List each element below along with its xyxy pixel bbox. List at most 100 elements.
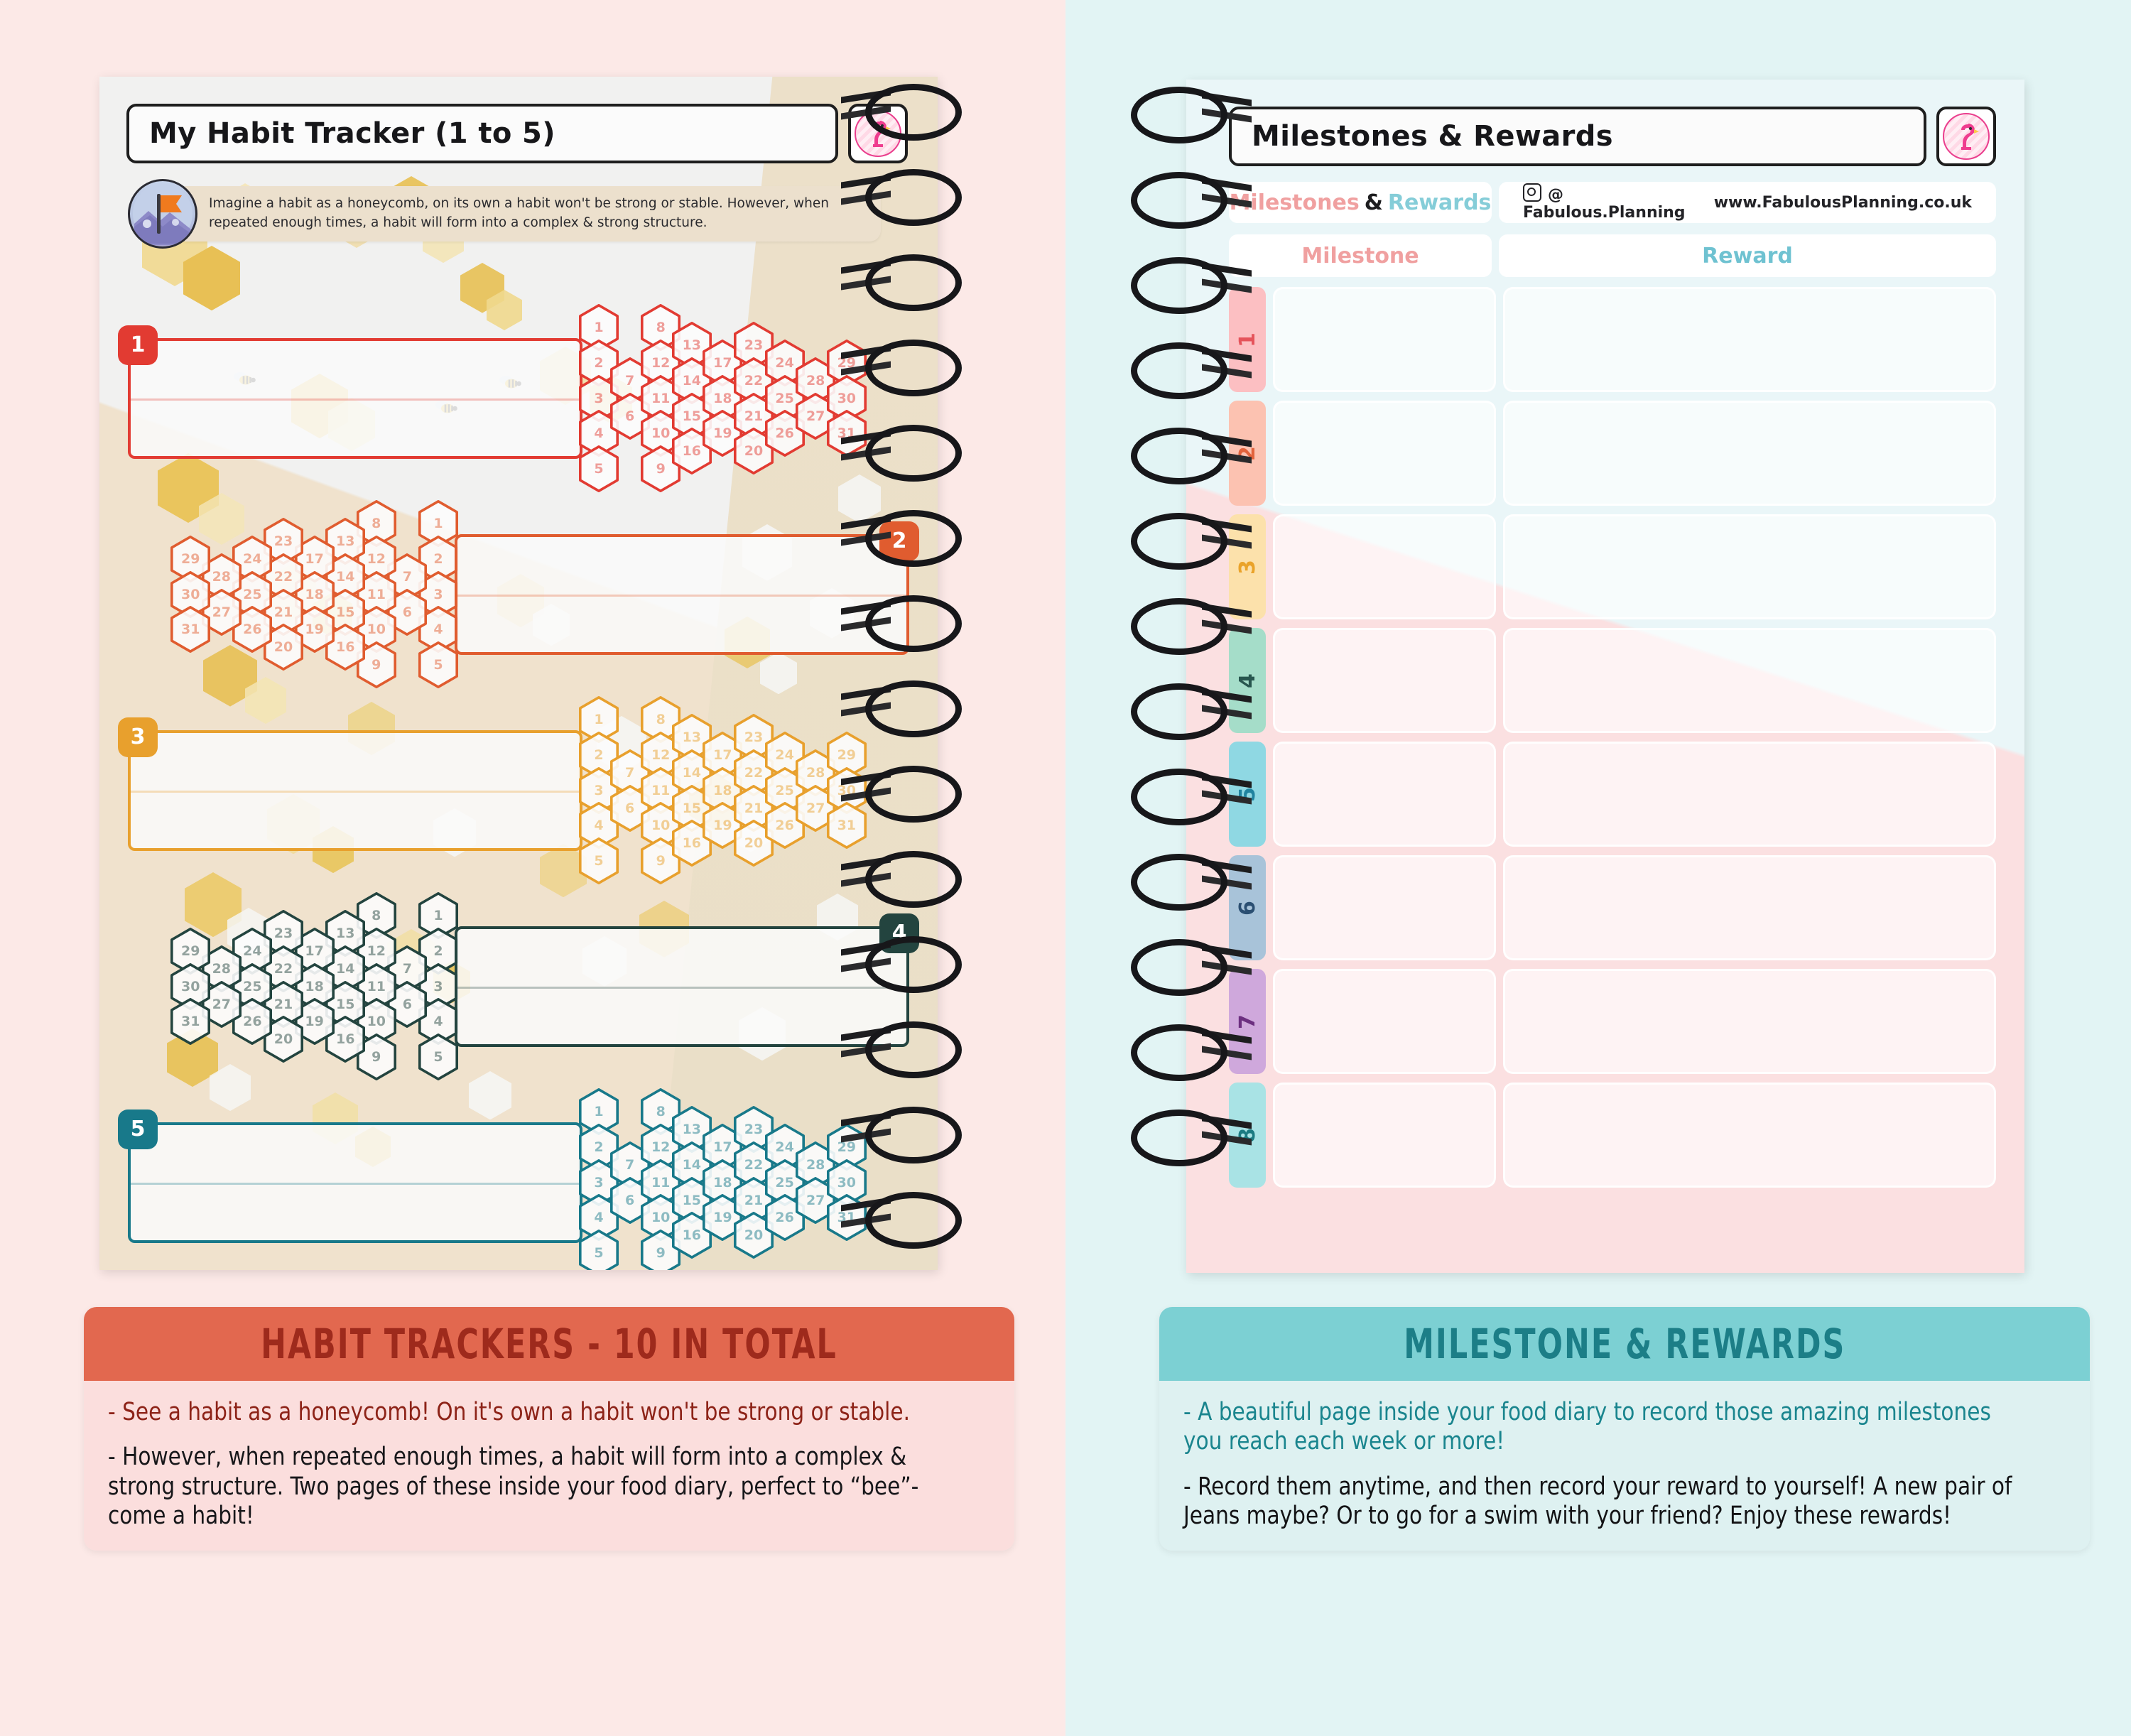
honeycomb-cell[interactable]: 31 — [170, 606, 211, 653]
habit-write-box-3[interactable] — [128, 729, 582, 851]
caption-right-body: - A beautiful page inside your food diar… — [1159, 1381, 2090, 1551]
page-title-box[interactable]: My Habit Tracker (1 to 5) — [126, 104, 838, 163]
reward-input-7[interactable] — [1503, 969, 1996, 1074]
milestone-input-5[interactable] — [1273, 742, 1496, 847]
reward-input-8[interactable] — [1503, 1083, 1996, 1188]
spiral-ring — [1131, 939, 1227, 996]
caption-left-body: - See a habit as a honeycomb! On it's ow… — [84, 1381, 1014, 1551]
milestone-input-6[interactable] — [1273, 855, 1496, 960]
column-header-reward: Reward — [1499, 234, 1996, 277]
spiral-ring — [865, 169, 962, 226]
reward-input-4[interactable] — [1503, 628, 1996, 733]
milestone-row-8: 8 — [1229, 1083, 1996, 1188]
honeycomb-cell[interactable]: 31 — [826, 802, 867, 850]
column-headers: Milestone Reward — [1229, 234, 1996, 277]
rp-title-box[interactable]: Milestones & Rewards — [1229, 107, 1926, 166]
reward-input-1[interactable] — [1503, 287, 1996, 392]
honeycomb-number: 31 — [180, 622, 200, 638]
page-title-bar: My Habit Tracker (1 to 5) — [126, 104, 908, 163]
caption-left-header: HABIT TRACKERS - 10 IN TOTAL — [84, 1307, 1014, 1381]
reward-input-6[interactable] — [1503, 855, 1996, 960]
honeycomb-cell[interactable]: 31 — [826, 410, 867, 457]
column-header-milestone: Milestone — [1229, 234, 1492, 277]
milestone-input-7[interactable] — [1273, 969, 1496, 1074]
habit-write-box-4[interactable] — [455, 926, 909, 1047]
spiral-coil — [1144, 513, 1252, 558]
honeycomb-cell[interactable]: 5 — [418, 1034, 459, 1081]
spiral-ring — [865, 84, 962, 141]
spiral-coil — [841, 254, 962, 311]
caption-left-heading: HABIT TRACKERS - 10 IN TOTAL — [261, 1320, 837, 1368]
spiral-coil — [841, 510, 962, 567]
rp-page-title: Milestones & Rewards — [1252, 120, 1613, 153]
milestone-input-1[interactable] — [1273, 287, 1496, 392]
page-title: My Habit Tracker (1 to 5) — [149, 117, 555, 150]
caption-habit-trackers: HABIT TRACKERS - 10 IN TOTAL - See a hab… — [84, 1307, 1014, 1551]
spiral-coil — [1144, 854, 1252, 899]
habit-write-box-1[interactable] — [128, 337, 582, 459]
spiral-ring — [1131, 683, 1227, 740]
spiral-coil — [1144, 683, 1252, 729]
spiral-coil — [841, 1107, 962, 1163]
reward-input-5[interactable] — [1503, 742, 1996, 847]
milestone-input-3[interactable] — [1273, 514, 1496, 619]
milestone-row-2: 2 — [1229, 401, 1996, 506]
habit-write-box-2[interactable] — [455, 533, 909, 655]
spiral-coil — [1144, 342, 1252, 388]
honeycomb-cell[interactable]: 5 — [578, 837, 619, 885]
honeycomb-grid: 1 2 3 4 5 7 6 8 12 11 10 9 13 14 15 16 17 18 19 23 22 21 20 24 2… — [170, 500, 459, 689]
milestones-table: 1 2 3 4 5 6 7 8 — [1229, 287, 1996, 1188]
spiral-coil — [841, 340, 962, 396]
website-link[interactable]: www.FabulousPlanning.co.uk — [1714, 194, 1972, 212]
info-note-body: Imagine a habit as a honeycomb, on its o… — [185, 186, 881, 242]
milestone-row-number: 4 — [1235, 673, 1260, 688]
habit-write-line — [457, 986, 906, 989]
spiral-ring — [865, 340, 962, 396]
milestone-input-4[interactable] — [1273, 628, 1496, 733]
spiral-coil — [1144, 87, 1252, 132]
info-note-text: Imagine a habit as a honeycomb, on its o… — [209, 196, 829, 230]
honeycomb-number: 31 — [837, 818, 857, 834]
spiral-coil — [841, 425, 962, 482]
spiral-ring — [865, 680, 962, 737]
decorative-hexagon — [183, 246, 240, 311]
milestone-input-2[interactable] — [1273, 401, 1496, 506]
spiral-coil — [841, 84, 962, 141]
honeycomb-cell[interactable]: 5 — [418, 641, 459, 689]
spiral-ring — [1131, 257, 1227, 314]
milestone-row-5: 5 — [1229, 742, 1996, 847]
spiral-ring — [865, 254, 962, 311]
habit-row-badge-1: 1 — [118, 325, 158, 365]
honeycomb-cell[interactable]: 5 — [578, 445, 619, 493]
spiral-coil — [1144, 1024, 1252, 1070]
milestone-row-tab-8[interactable]: 8 — [1229, 1083, 1266, 1188]
instagram-handle: @ Fabulous.Planning — [1523, 186, 1686, 222]
honeycomb-cell[interactable]: 5 — [578, 1230, 619, 1270]
habit-tracker-page: My Habit Tracker (1 to 5) Imagine a habi… — [99, 77, 938, 1270]
milestone-input-8[interactable] — [1273, 1083, 1496, 1188]
reward-input-2[interactable] — [1503, 401, 1996, 506]
spiral-ring — [1131, 854, 1227, 911]
reward-input-3[interactable] — [1503, 514, 1996, 619]
honeycomb-cell[interactable]: 31 — [170, 998, 211, 1046]
spiral-ring — [865, 595, 962, 652]
instagram-link[interactable]: @ Fabulous.Planning — [1523, 183, 1714, 222]
spiral-coil — [841, 680, 962, 737]
honeycomb-number: 5 — [594, 461, 604, 477]
spiral-coil — [1144, 939, 1252, 984]
spiral-ring — [1131, 598, 1227, 655]
milestone-row-tab-5[interactable]: 5 — [1229, 742, 1266, 847]
spiral-ring — [1131, 428, 1227, 484]
milestones-rewards-page: Milestones & Rewards Milestones & Rewards — [1186, 80, 2024, 1273]
spiral-coil — [1144, 769, 1252, 814]
caption-right-para-2: - Record them anytime, and then record y… — [1183, 1472, 2012, 1530]
honeycomb-number: 5 — [433, 657, 443, 673]
milestone-row-number: 7 — [1235, 1014, 1260, 1029]
milestone-row-7: 7 — [1229, 969, 1996, 1074]
habit-write-box-5[interactable] — [128, 1122, 582, 1243]
honeycomb-grid: 1 2 3 4 5 7 6 8 12 11 10 9 13 14 15 16 17 18 19 23 22 21 20 24 2… — [578, 304, 867, 493]
spiral-coil — [1144, 172, 1252, 217]
habit-row-2: 1 2 3 4 5 7 6 8 12 11 10 9 13 14 15 16 17 18 19 23 22 21 20 24 2… — [128, 500, 919, 689]
milestone-row-tab-2[interactable]: 2 — [1229, 401, 1266, 506]
spiral-coil — [841, 1192, 962, 1249]
